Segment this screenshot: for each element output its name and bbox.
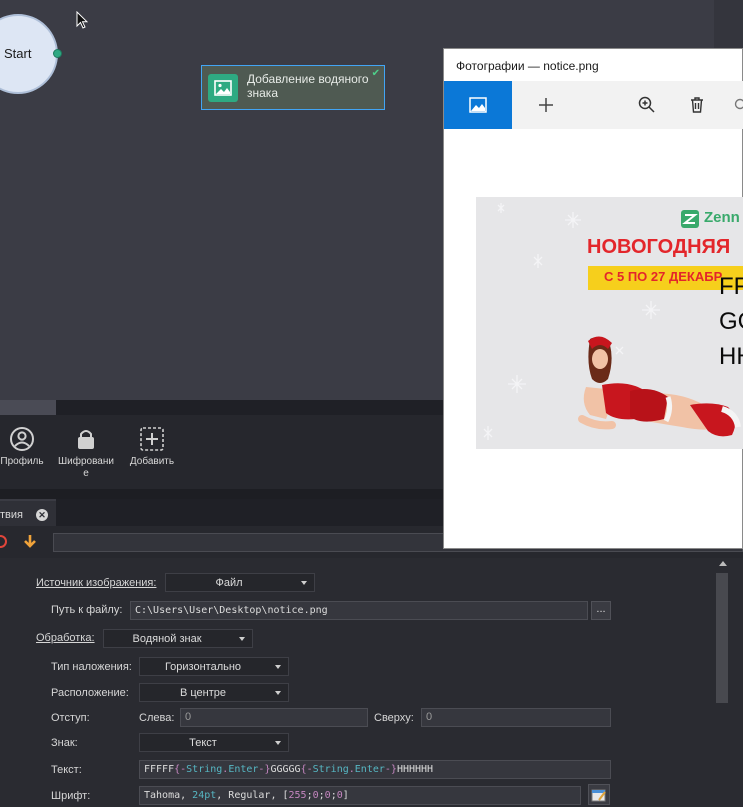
toolbox-item-profile[interactable]: Профиль xyxy=(0,426,44,468)
chevron-down-icon xyxy=(275,741,281,745)
source-select[interactable]: Файл xyxy=(165,573,315,592)
text-token: -} xyxy=(384,764,397,775)
toolbox-item-label: Шифрование xyxy=(58,456,114,479)
overlay-type-select[interactable]: Горизонтально xyxy=(139,657,289,676)
toolbox-item-encryption[interactable]: Шифрование xyxy=(56,426,116,480)
image-icon xyxy=(469,97,487,113)
text-token: String xyxy=(186,764,223,775)
checkmark-icon: ✔ xyxy=(371,68,380,79)
offset-left-input[interactable]: 0 xyxy=(180,708,368,727)
panel-tab-strip xyxy=(0,400,56,415)
zoom-in-button[interactable] xyxy=(627,81,667,129)
tab-properties[interactable]: твия ✕ xyxy=(0,499,56,526)
chevron-down-icon xyxy=(239,637,245,641)
notice-image: Zenn НОВОГОДНЯЯ С 5 ПО 27 ДЕКАБР FFFFF G… xyxy=(476,197,743,449)
zenn-logo-icon xyxy=(681,210,699,228)
font-edit-icon xyxy=(591,789,606,802)
chevron-down-icon xyxy=(275,665,281,669)
text-token: HHHHHH xyxy=(396,764,434,775)
text-label: Текст: xyxy=(51,764,82,776)
banner-logo-text: Zenn xyxy=(704,209,740,226)
font-token: , Regular, [ xyxy=(216,790,289,801)
source-label[interactable]: Источник изображения: xyxy=(36,577,156,589)
file-path-input[interactable]: C:\Users\User\Desktop\notice.png xyxy=(130,601,588,620)
watermark-line: FFFFF xyxy=(719,273,743,300)
chevron-down-icon xyxy=(301,581,307,585)
font-picker-button[interactable] xyxy=(588,784,610,805)
toolbox-item-label: Добавить xyxy=(129,456,175,467)
text-token: FFFFF xyxy=(144,764,175,775)
text-token: Enter xyxy=(354,764,385,775)
source-select-value: Файл xyxy=(215,577,243,589)
close-icon[interactable]: ✕ xyxy=(36,509,48,521)
text-token: String xyxy=(312,764,349,775)
plus-icon xyxy=(539,98,553,112)
text-token: GGGGG xyxy=(270,764,301,775)
text-token: -} xyxy=(258,764,271,775)
plus-box-icon xyxy=(140,427,164,451)
offset-label: Отступ: xyxy=(51,712,90,724)
watermark-action-node[interactable]: Добавление водяного знака ✔ xyxy=(201,65,385,110)
mark-value: Текст xyxy=(189,737,217,749)
file-path-label: Путь к файлу: xyxy=(51,604,123,616)
position-value: В центре xyxy=(179,687,227,699)
photos-window[interactable]: Фотографии — notice.png Zenn НОВОГОДНЯЯ … xyxy=(443,48,743,549)
scroll-thumb[interactable] xyxy=(716,573,728,703)
search-icon xyxy=(734,98,743,110)
lock-icon xyxy=(78,430,94,449)
processing-select[interactable]: Водяной знак xyxy=(103,629,253,648)
position-label: Расположение: xyxy=(51,687,129,699)
zoom-in-icon xyxy=(638,96,655,113)
font-token: ] xyxy=(342,790,349,801)
text-token: {- xyxy=(300,764,313,775)
arrow-down-icon[interactable] xyxy=(22,533,38,549)
text-input[interactable]: FFFFF{-String.Enter-}GGGGG{-String.Enter… xyxy=(139,760,611,779)
processing-label[interactable]: Обработка: xyxy=(36,632,95,644)
font-input[interactable]: Tahoma, 24pt, Regular, [255;0;0;0] xyxy=(139,786,581,805)
offset-top-input[interactable]: 0 xyxy=(421,708,611,727)
delete-button[interactable] xyxy=(677,81,717,129)
position-select[interactable]: В центре xyxy=(139,683,289,702)
text-token: Enter xyxy=(228,764,259,775)
mark-label: Знак: xyxy=(51,737,78,749)
font-label: Шрифт: xyxy=(51,790,91,802)
toolbox-item-label: Профиль xyxy=(0,456,44,467)
canvas-scroll-strip xyxy=(714,0,743,48)
tab-properties-label: твия xyxy=(0,509,23,521)
user-circle-icon xyxy=(10,427,34,451)
font-token: 255 xyxy=(288,790,307,801)
scroll-up-icon[interactable] xyxy=(719,561,727,566)
trash-icon xyxy=(691,97,703,113)
start-node-label: Start xyxy=(4,46,32,61)
mark-select[interactable]: Текст xyxy=(139,733,289,752)
overlay-type-label: Тип наложения: xyxy=(51,661,132,673)
banner-date: С 5 ПО 27 ДЕКАБР xyxy=(604,269,723,284)
toolbox-item-add[interactable]: Добавить xyxy=(126,426,178,468)
mouse-cursor-icon xyxy=(76,11,88,29)
browse-button[interactable]: ... xyxy=(591,601,611,620)
font-token: Tahoma, xyxy=(144,790,193,801)
view-image-button[interactable] xyxy=(444,81,512,129)
offset-top-label: Сверху: xyxy=(374,712,414,724)
watermark-line: GGGGG xyxy=(719,308,743,335)
santa-girl-illustration xyxy=(578,336,741,437)
add-button[interactable] xyxy=(526,81,566,129)
action-node-label: Добавление водяного знака xyxy=(247,72,369,100)
window-title: Фотографии — notice.png xyxy=(456,59,599,73)
text-token: {- xyxy=(174,764,187,775)
start-node-port[interactable] xyxy=(53,49,62,58)
more-button[interactable] xyxy=(728,81,743,129)
image-icon xyxy=(208,74,238,102)
processing-select-value: Водяной знак xyxy=(132,633,202,645)
overlay-type-value: Горизонтально xyxy=(164,661,242,673)
chevron-down-icon xyxy=(275,691,281,695)
banner-heading: НОВОГОДНЯЯ xyxy=(587,236,731,258)
offset-left-label: Слева: xyxy=(139,712,175,724)
font-token: 24pt xyxy=(192,790,217,801)
